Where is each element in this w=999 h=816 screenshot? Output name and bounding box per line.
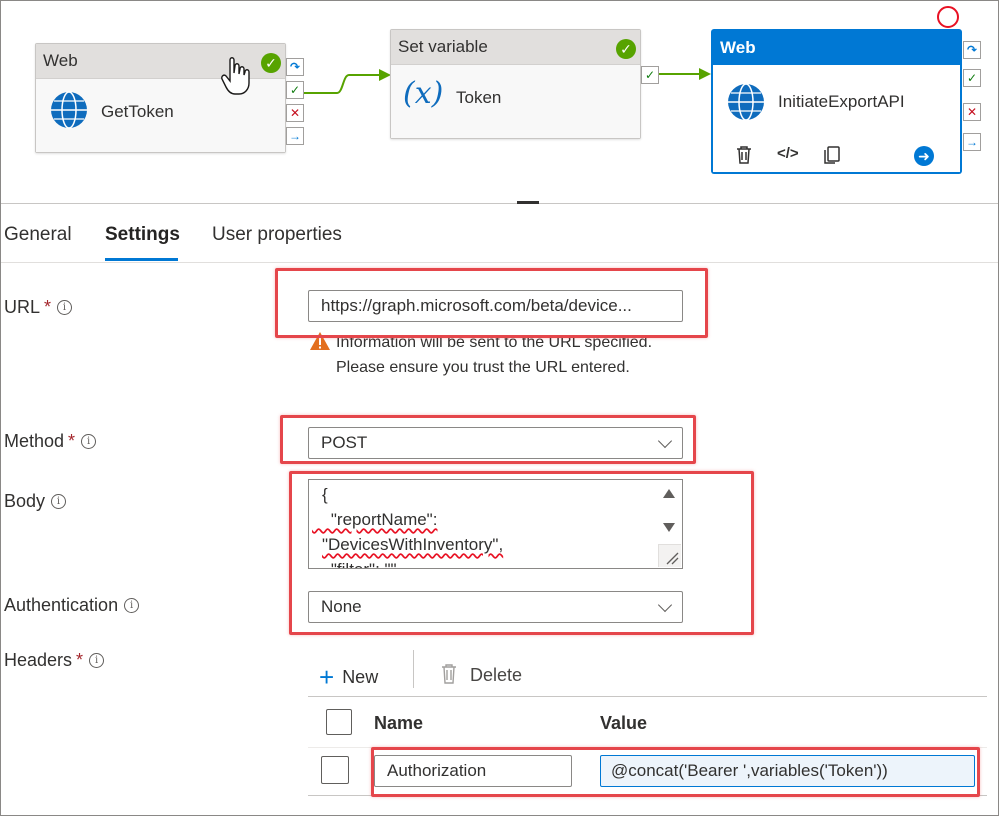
node-name: InitiateExportAPI: [778, 92, 905, 111]
url-value: https://graph.microsoft.com/beta/device.…: [321, 296, 632, 315]
body-line: "filter": "": [312, 560, 397, 568]
url-input[interactable]: https://graph.microsoft.com/beta/device.…: [308, 290, 683, 322]
info-icon[interactable]: i: [124, 598, 140, 613]
authentication-value: None: [321, 597, 362, 616]
trash-icon[interactable]: [735, 145, 753, 165]
authentication-select[interactable]: None: [308, 591, 683, 623]
url-warning-text: Information will be sent to the URL spec…: [336, 334, 653, 376]
failure-port-icon[interactable]: ✕: [286, 104, 304, 122]
select-all-checkbox[interactable]: [326, 709, 352, 735]
new-header-button[interactable]: + New: [319, 659, 378, 692]
warning-icon: [310, 332, 330, 350]
chevron-down-icon: [657, 433, 673, 449]
failure-port-icon[interactable]: ✕: [963, 103, 981, 121]
skip-port-icon[interactable]: ↷: [286, 58, 304, 76]
url-label: URL * i: [4, 297, 73, 318]
body-textarea[interactable]: { "reportName": "DevicesWithInventory", …: [308, 479, 683, 569]
body-line: "reportName":: [312, 510, 438, 529]
code-icon[interactable]: </>: [777, 145, 799, 162]
method-select[interactable]: POST: [308, 427, 683, 459]
node-name: GetToken: [101, 102, 174, 121]
node-body: InitiateExportAPI </> ➜: [713, 66, 960, 172]
row-checkbox[interactable]: [321, 756, 349, 784]
body-line: "DevicesWithInventory",: [322, 535, 504, 554]
required-mark: *: [76, 650, 84, 670]
resize-grip-icon[interactable]: [658, 544, 681, 567]
status-circle-icon: [937, 6, 959, 28]
success-port-icon[interactable]: ✓: [286, 81, 304, 99]
method-label: Method * i: [4, 431, 97, 452]
info-icon[interactable]: i: [89, 653, 105, 668]
activity-node-initiateexportapi[interactable]: Web InitiateExportAPI </> ➜: [712, 30, 961, 173]
column-header-value: Value: [600, 713, 648, 733]
scroll-down-icon[interactable]: [663, 523, 675, 532]
completion-port-icon[interactable]: →: [286, 127, 304, 145]
header-value-input[interactable]: @concat('Bearer ',variables('Token')): [600, 755, 975, 787]
variable-icon: (x): [403, 76, 444, 111]
tab-user-properties[interactable]: User properties: [212, 224, 342, 262]
headers-label: Headers * i: [4, 650, 105, 671]
body-label: Body i: [4, 491, 67, 512]
copy-icon[interactable]: [823, 145, 841, 165]
success-port-icon[interactable]: ✓: [963, 69, 981, 87]
pipeline-canvas[interactable]: Web GetToken ✓ ↷ ✓ ✕ → Set variable (x) …: [1, 1, 998, 204]
node-body: (x) Token: [391, 65, 640, 138]
panel-resize-handle[interactable]: [517, 201, 539, 204]
tab-general[interactable]: General: [4, 224, 72, 262]
info-icon[interactable]: i: [51, 494, 67, 509]
arrow-right-icon[interactable]: ➜: [914, 146, 934, 166]
success-port-icon[interactable]: ✓: [641, 66, 659, 84]
activity-node-gettoken[interactable]: Web GetToken ✓: [35, 43, 286, 153]
node-type-label: Web: [713, 31, 960, 65]
column-header-name: Name: [374, 713, 424, 733]
check-icon: ✓: [616, 39, 636, 59]
required-mark: *: [68, 431, 76, 451]
scroll-up-icon[interactable]: [663, 489, 675, 498]
active-tab-indicator: [105, 258, 178, 261]
globe-icon: [728, 83, 764, 121]
completion-port-icon[interactable]: →: [963, 133, 981, 151]
table-row: Authorization @concat('Bearer ',variable…: [308, 747, 987, 796]
delete-header-button[interactable]: Delete: [440, 659, 522, 686]
chevron-down-icon: [657, 597, 673, 613]
toolbar-divider: [413, 650, 414, 688]
skip-port-icon[interactable]: ↷: [963, 41, 981, 59]
activity-node-token[interactable]: Set variable (x) Token ✓: [390, 29, 641, 139]
headers-grid-header: Name Value: [308, 696, 987, 748]
add-icon: +: [319, 662, 335, 692]
node-type-label: Set variable: [391, 30, 640, 65]
trash-icon: [442, 664, 456, 684]
check-icon: ✓: [261, 53, 281, 73]
body-line: {: [322, 485, 328, 504]
header-name-input[interactable]: Authorization: [374, 755, 572, 787]
required-mark: *: [44, 297, 52, 317]
tab-settings[interactable]: Settings: [105, 224, 180, 262]
info-icon[interactable]: i: [57, 300, 73, 315]
globe-icon: [51, 91, 87, 129]
info-icon[interactable]: i: [81, 434, 97, 449]
hand-cursor-icon: [221, 57, 250, 95]
tab-divider: [1, 262, 998, 263]
node-name: Token: [456, 88, 502, 107]
method-value: POST: [321, 433, 368, 452]
authentication-label: Authentication i: [4, 595, 140, 616]
